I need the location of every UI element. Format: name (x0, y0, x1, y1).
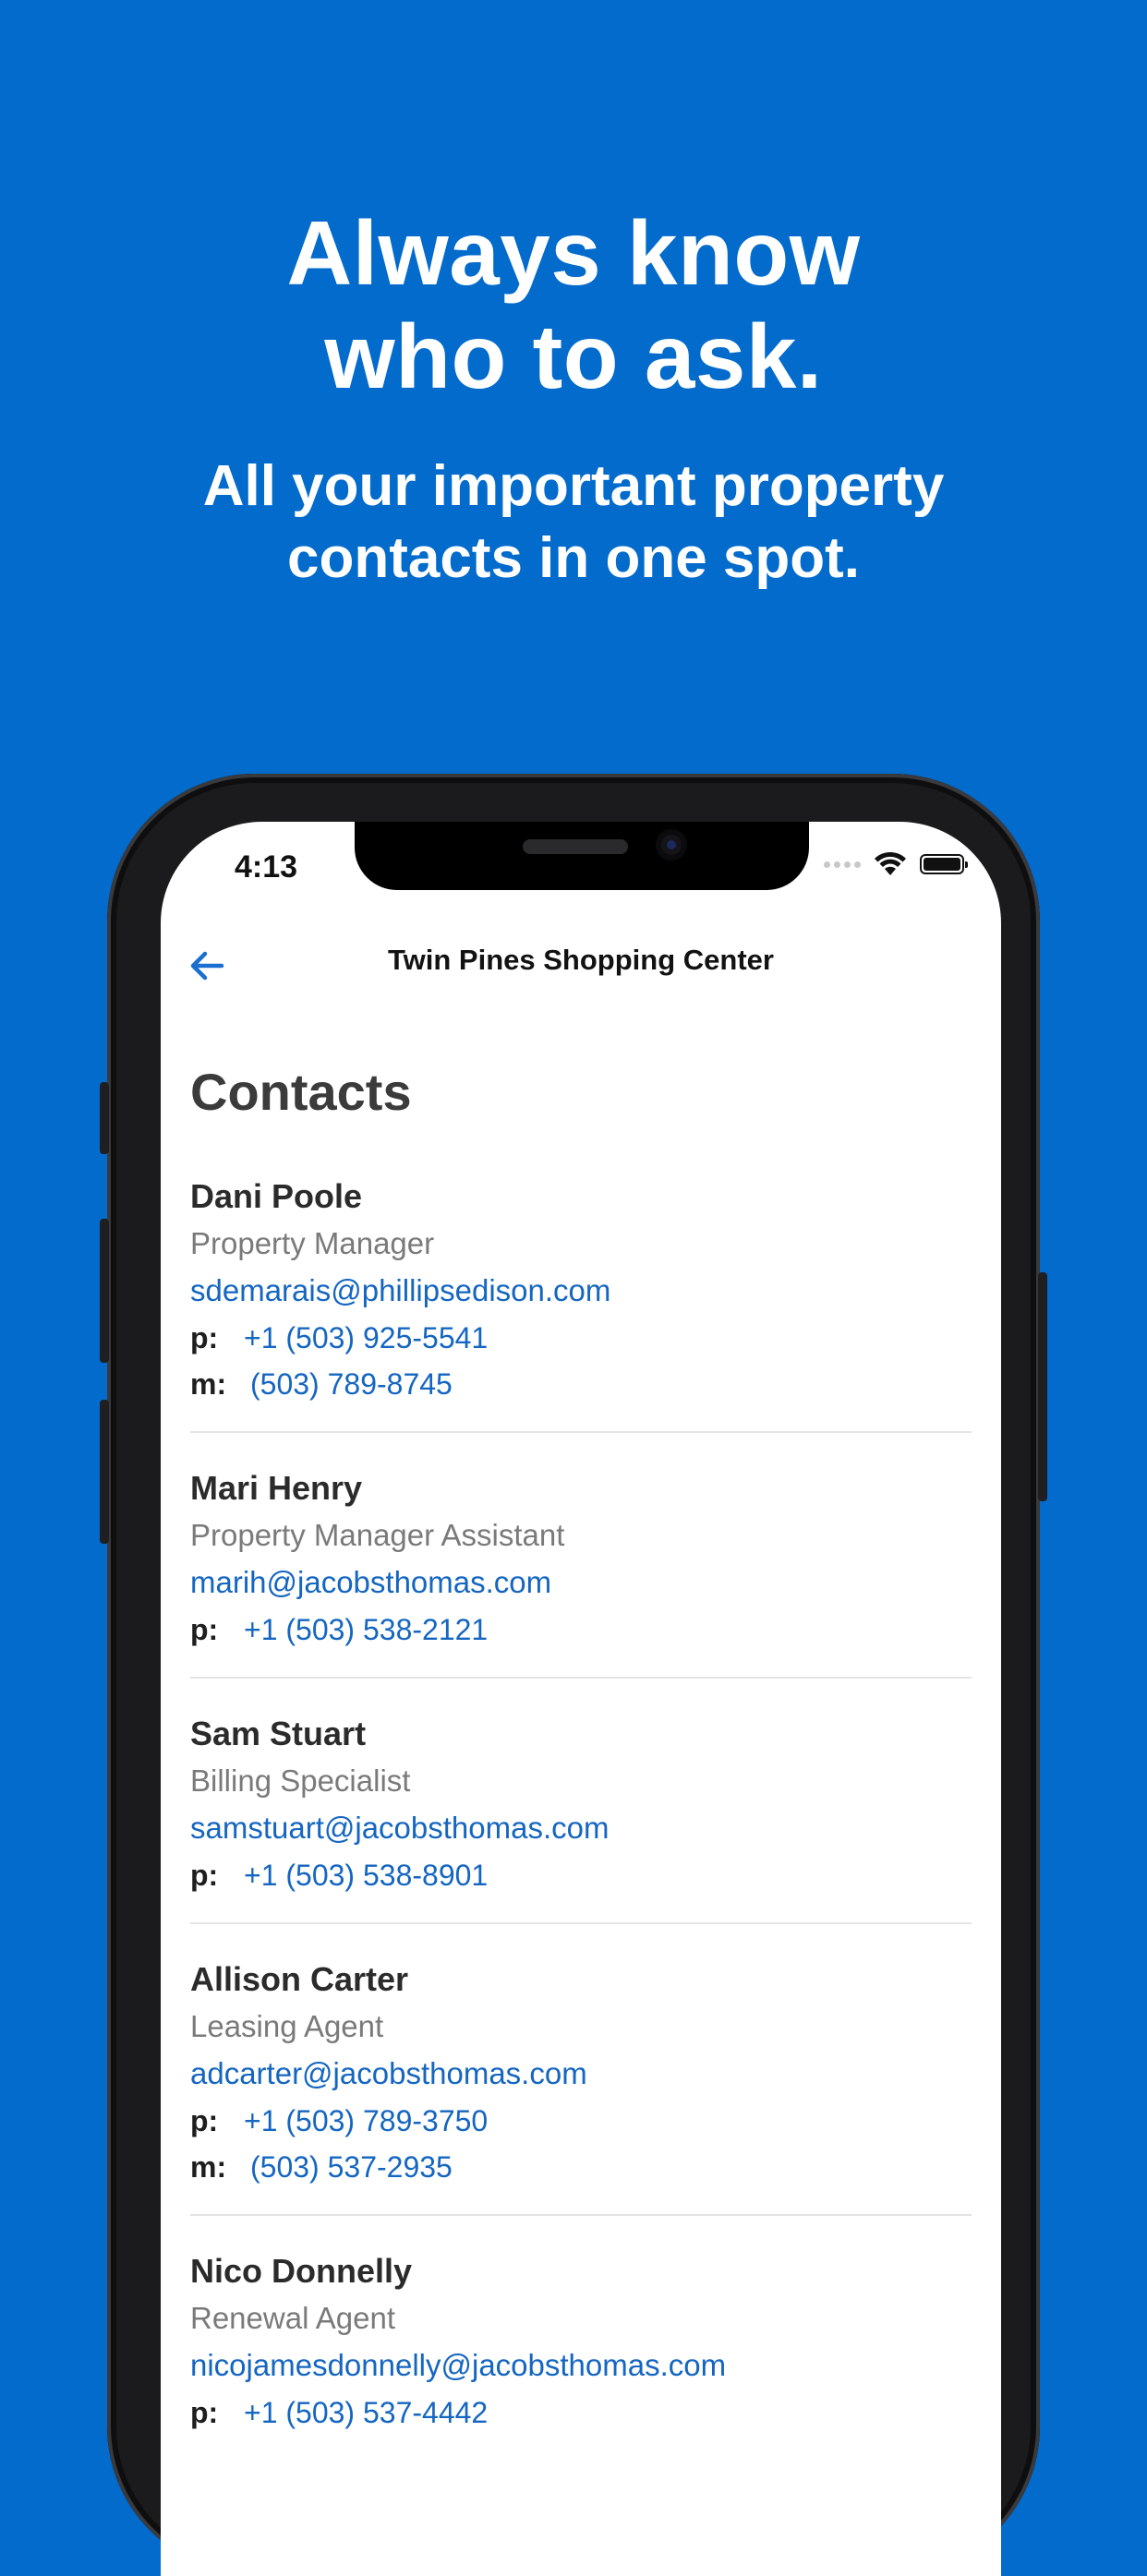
contact-name: Allison Carter (190, 1960, 409, 1998)
contact-card: Dani Poole Property Manager sdemarais@ph… (190, 1173, 972, 1433)
contact-card: Mari Henry Property Manager Assistant ma… (190, 1464, 972, 1679)
contact-email-link[interactable]: marih@jacobsthomas.com (190, 1559, 972, 1607)
status-icons (824, 851, 968, 877)
contact-name: Nico Donnelly (190, 2252, 413, 2290)
nav-title: Twin Pines Shopping Center (388, 944, 774, 976)
hero-subtitle-line2: contacts in one spot. (286, 526, 861, 590)
hero-subtitle-line1: All your important property (202, 454, 945, 518)
phone-label: p: (190, 1321, 219, 1354)
contact-phone-row: p: +1 (503) 789-3750 (190, 2098, 972, 2144)
contact-name: Mari Henry (190, 1469, 363, 1507)
contact-email-link[interactable]: adcarter@jacobsthomas.com (190, 2050, 972, 2098)
phone-label: p: (190, 2396, 219, 2429)
phone-label: p: (190, 1613, 219, 1646)
contact-email-link[interactable]: samstuart@jacobsthomas.com (190, 1804, 972, 1852)
hero-title: Always know who to ask. (0, 201, 1147, 408)
contact-role: Property Manager Assistant (190, 1518, 565, 1552)
phone-label: p: (190, 2104, 219, 2137)
contact-mobile-row: m: (503) 789-8745 (190, 1361, 972, 1407)
hero-title-line2: who to ask. (324, 306, 823, 407)
contact-phone-link[interactable]: +1 (503) 925-5541 (244, 1315, 488, 1361)
contact-phone-row: p: +1 (503) 538-2121 (190, 1607, 972, 1653)
status-time: 4:13 (235, 849, 298, 885)
phone-label: p: (190, 1859, 219, 1892)
volume-up-button (100, 1219, 109, 1363)
contact-email-link[interactable]: nicojamesdonnelly@jacobsthomas.com (190, 2341, 972, 2389)
contact-phone-link[interactable]: +1 (503) 538-2121 (244, 1607, 488, 1653)
contact-mobile-link[interactable]: (503) 789-8745 (250, 1361, 453, 1407)
contact-phone-row: p: +1 (503) 925-5541 (190, 1315, 972, 1361)
contact-phone-row: p: +1 (503) 537-4442 (190, 2389, 972, 2436)
wifi-icon (875, 851, 906, 875)
hero-subtitle: All your important property contacts in … (0, 451, 1147, 595)
silent-switch (100, 1082, 109, 1154)
contact-phone-link[interactable]: +1 (503) 538-8901 (244, 1852, 488, 1898)
contacts-list: Dani Poole Property Manager sdemarais@ph… (190, 1173, 972, 2491)
contact-card: Sam Stuart Billing Specialist samstuart@… (190, 1710, 972, 1924)
contact-phone-row: p: +1 (503) 538-8901 (190, 1852, 972, 1898)
contact-mobile-link[interactable]: (503) 537-2935 (250, 2144, 453, 2190)
battery-icon (920, 854, 968, 874)
mobile-label: m: (190, 2150, 227, 2184)
contact-role: Renewal Agent (190, 2301, 395, 2335)
hero-title-line1: Always know (286, 202, 861, 304)
contact-card: Nico Donnelly Renewal Agent nicojamesdon… (190, 2247, 972, 2460)
contact-card: Allison Carter Leasing Agent adcarter@ja… (190, 1956, 972, 2216)
phone-screen: 4:13 Twin Pines Shopping Center Contacts… (161, 822, 1001, 2576)
power-button (1038, 1272, 1047, 1501)
contact-phone-link[interactable]: +1 (503) 789-3750 (244, 2098, 488, 2144)
front-camera-icon (656, 829, 687, 861)
contact-name: Sam Stuart (190, 1715, 367, 1752)
contact-role: Billing Specialist (190, 1763, 411, 1798)
notch (355, 822, 809, 890)
contact-mobile-row: m: (503) 537-2935 (190, 2144, 972, 2190)
signal-dots-icon (824, 861, 861, 868)
contact-role: Leasing Agent (190, 2009, 384, 2043)
page-title: Contacts (190, 1063, 412, 1121)
speaker-grille (523, 839, 628, 854)
contact-email-link[interactable]: sdemarais@phillipsedison.com (190, 1267, 972, 1315)
nav-bar: Twin Pines Shopping Center (161, 933, 1001, 997)
mobile-label: m: (190, 1367, 227, 1401)
contact-role: Property Manager (190, 1226, 435, 1260)
contact-phone-link[interactable]: +1 (503) 537-4442 (244, 2389, 488, 2436)
contact-name: Dani Poole (190, 1177, 363, 1215)
volume-down-button (100, 1400, 109, 1544)
